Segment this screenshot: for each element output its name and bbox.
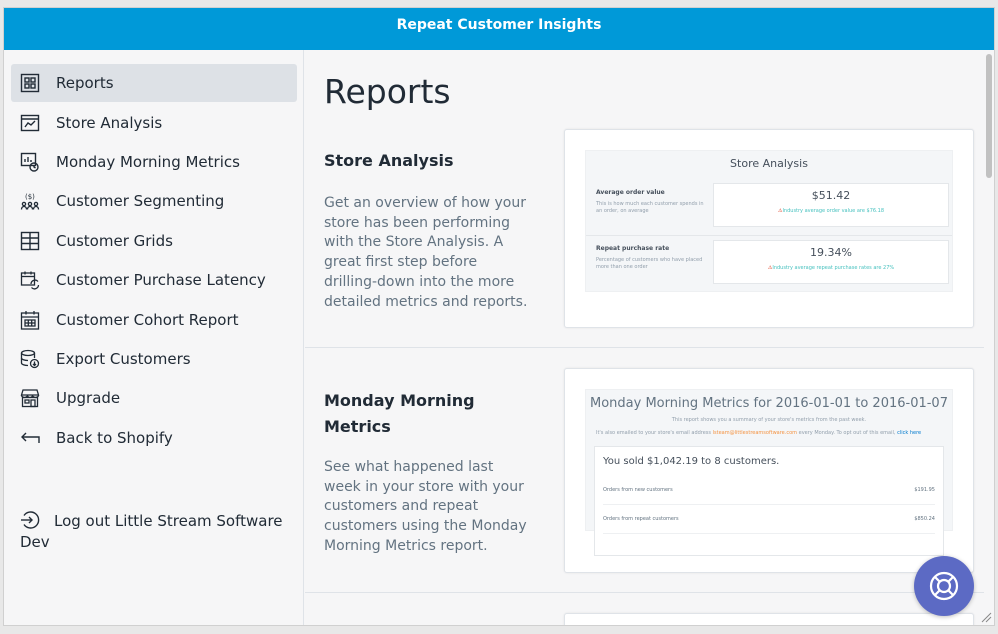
report-section-monday-morning-metrics: Monday Morning Metrics See what happened… [305,348,984,593]
calendar-icon [19,309,41,331]
logout-label: Log out Little Stream Software Dev [20,512,283,551]
preview-note: ⚠Industry average repeat purchase rates … [767,265,895,271]
resize-handle-icon[interactable] [980,611,992,623]
preview-intro: This report shows you a summary of your … [671,417,867,423]
sidebar-item-label: Monday Morning Metrics [56,153,240,171]
section-title[interactable]: Store Analysis [324,148,534,174]
app-title-bar: Repeat Customer Insights [4,8,994,50]
sidebar-item-export-customers[interactable]: Export Customers [11,340,297,378]
sidebar-item-label: Export Customers [56,350,191,368]
preview-title: Monday Morning Metrics for 2016-01-01 to… [590,396,948,411]
scrollbar-thumb[interactable] [986,54,992,178]
main-content: Reports Store Analysis Get an overview o… [305,50,994,625]
report-preview-card[interactable]: Monday Morning Metrics for 2016-01-01 to… [564,368,974,573]
preview-value: $51.42 [811,189,851,202]
reports-icon [19,72,41,94]
store-analysis-preview: Store Analysis Average order value This … [585,150,953,292]
export-icon [19,348,41,370]
preview-row-sub: This is how much each customer spends in… [596,201,704,214]
sidebar-item-label: Customer Grids [56,232,173,250]
preview-sold-text: You sold $1,042.19 to 8 customers. [603,456,780,467]
sidebar-item-label: Back to Shopify [56,429,173,447]
preview-row: Orders from new customers $191.95 [603,477,935,505]
sidebar: Reports Store Analysis Monday Morning Me… [4,50,304,625]
back-arrow-icon [19,427,41,449]
svg-text:($): ($) [25,193,35,201]
preview-value-box: 19.34% ⚠Industry average repeat purchase… [713,240,949,284]
sidebar-item-label: Customer Purchase Latency [56,271,266,289]
sidebar-item-label: Upgrade [56,389,121,407]
section-title[interactable]: Monday Morning Metrics [324,388,534,440]
preview-row-sub: Percentage of customers who have placed … [596,257,703,270]
preview-value: 19.34% [810,246,852,259]
sidebar-item-customer-segmenting[interactable]: ($) Customer Segmenting [11,182,297,220]
sidebar-item-label: Customer Cohort Report [56,311,239,329]
latency-icon [19,269,41,291]
preview-title: Store Analysis [730,157,808,170]
lifebuoy-icon [929,571,959,601]
sidebar-item-monday-morning-metrics[interactable]: Monday Morning Metrics [11,143,297,181]
logout-icon [20,510,42,530]
logout-link[interactable]: Log out Little Stream Software Dev [20,510,300,553]
preview-value-box: $51.42 ⚠Industry average order value are… [713,183,949,227]
sidebar-item-label: Store Analysis [56,114,163,132]
report-section-store-analysis: Store Analysis Get an overview of how yo… [305,128,984,348]
sidebar-item-store-analysis[interactable]: Store Analysis [11,104,297,142]
preview-row: Repeat purchase rate Percentage of custo… [586,235,952,285]
page-title: Reports [324,72,451,111]
preview-row-label: Average order value [596,189,665,196]
help-button[interactable] [914,556,974,616]
preview-row: Orders from repeat customers $850.24 [603,506,935,534]
store-analysis-icon [19,112,41,134]
preview-note: ⚠Industry average order value are $76.18 [777,208,885,214]
report-preview-card[interactable]: Store Analysis Average order value This … [564,129,974,328]
store-icon [19,387,41,409]
section-description: Get an overview of how your store has be… [324,195,528,310]
sidebar-item-back-to-shopify[interactable]: Back to Shopify [11,419,297,457]
preview-summary-box: You sold $1,042.19 to 8 customers. Order… [594,446,944,556]
preview-email-note: It's also emailed to your store's email … [596,430,922,436]
sidebar-item-customer-grids[interactable]: Customer Grids [11,222,297,260]
sidebar-item-label: Customer Segmenting [56,192,225,210]
preview-row: Average order value This is how much eac… [586,181,952,229]
segmenting-icon: ($) [19,190,41,212]
sidebar-item-label: Reports [56,74,114,92]
sidebar-item-reports[interactable]: Reports [11,64,297,102]
sidebar-item-customer-cohort-report[interactable]: Customer Cohort Report [11,301,297,339]
preview-row-label: Repeat purchase rate [596,245,670,252]
sidebar-item-customer-purchase-latency[interactable]: Customer Purchase Latency [11,261,297,299]
report-preview-card-partial[interactable] [564,613,974,625]
app-window: Repeat Customer Insights Reports Store A… [3,7,995,626]
grid-icon [19,230,41,252]
monday-metrics-preview: Monday Morning Metrics for 2016-01-01 to… [585,389,953,556]
metrics-icon [19,151,41,173]
section-description: See what happened last week in your stor… [324,459,527,554]
sidebar-item-upgrade[interactable]: Upgrade [11,379,297,417]
